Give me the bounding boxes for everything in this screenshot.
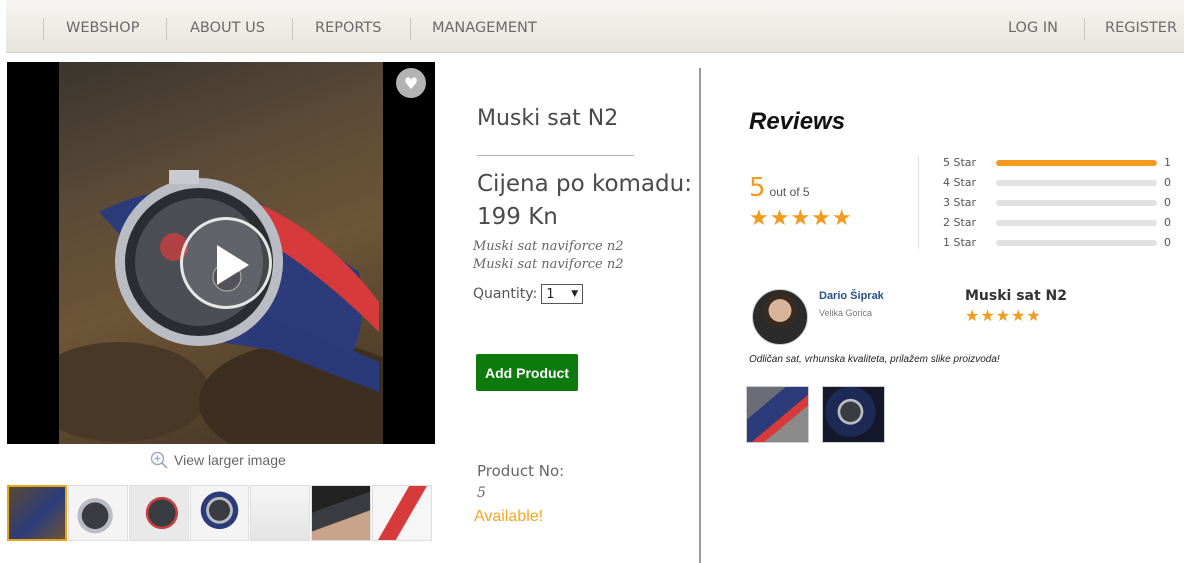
rating-row-1: 1 Star 0 bbox=[943, 235, 1177, 255]
rating-row-label: 4 Star bbox=[943, 176, 977, 189]
review-stars-icon: ★★★★★ bbox=[965, 306, 1042, 325]
nav-separator bbox=[1084, 18, 1085, 40]
rating-row-label: 2 Star bbox=[943, 216, 977, 229]
rating-row-label: 1 Star bbox=[943, 236, 977, 249]
product-number-value: 5 bbox=[477, 485, 486, 501]
thumbnail-6[interactable] bbox=[311, 485, 372, 541]
product-number-label: Product No: bbox=[477, 462, 565, 480]
nav-reports-link[interactable]: REPORTS bbox=[315, 0, 381, 53]
reviews-heading: Reviews bbox=[749, 108, 846, 135]
average-rating: 5 out of 5 bbox=[749, 173, 810, 203]
price-value: 199 Kn bbox=[477, 204, 558, 230]
average-rating-value: 5 bbox=[749, 173, 766, 203]
video-play-button[interactable] bbox=[180, 217, 272, 309]
rating-bar-fill bbox=[996, 160, 1157, 166]
quantity-select[interactable]: 1 ▼ bbox=[541, 284, 584, 304]
rating-row-count: 1 bbox=[1164, 156, 1171, 169]
description-line: Muski sat naviforce n2 bbox=[473, 257, 624, 272]
add-product-button[interactable]: Add Product bbox=[476, 354, 578, 391]
review-photo-1[interactable] bbox=[746, 386, 809, 443]
rating-bar bbox=[996, 240, 1157, 246]
nav-management-link[interactable]: MANAGEMENT bbox=[432, 0, 537, 53]
view-larger-image-link[interactable]: View larger image bbox=[150, 450, 286, 470]
nav-separator bbox=[43, 18, 44, 40]
nav-separator bbox=[292, 18, 293, 40]
rating-row-5: 5 Star 1 bbox=[943, 155, 1177, 175]
product-price: Cijena po komadu: 199 Kn bbox=[477, 168, 707, 234]
reviewer-name[interactable]: Dario Šiprak bbox=[819, 290, 884, 302]
rating-row-4: 4 Star 0 bbox=[943, 175, 1177, 195]
rating-row-3: 3 Star 0 bbox=[943, 195, 1177, 215]
nav-separator bbox=[166, 18, 167, 40]
rating-divider bbox=[918, 157, 919, 249]
view-larger-image-label: View larger image bbox=[174, 452, 286, 468]
rating-row-2: 2 Star 0 bbox=[943, 215, 1177, 235]
favorite-heart-icon[interactable]: ♥ bbox=[396, 68, 426, 98]
review-product-name: Muski sat N2 bbox=[965, 288, 1068, 304]
rating-bar bbox=[996, 200, 1157, 206]
review-photo-2[interactable] bbox=[822, 386, 885, 443]
average-stars-icon: ★★★★★ bbox=[749, 206, 853, 231]
title-divider bbox=[477, 155, 634, 156]
rating-bar bbox=[996, 160, 1157, 166]
thumbnail-4[interactable] bbox=[189, 485, 250, 541]
reviewer-location: Velika Gorica bbox=[819, 308, 873, 318]
rating-row-label: 3 Star bbox=[943, 196, 977, 209]
zoom-in-icon bbox=[150, 451, 168, 469]
availability-status: Available! bbox=[474, 508, 544, 525]
rating-bar bbox=[996, 180, 1157, 186]
review-text: Odličan sat, vrhunska kvaliteta, prilaže… bbox=[749, 354, 1000, 365]
product-main-image[interactable]: ♥ bbox=[7, 62, 435, 444]
price-label: Cijena po komadu: bbox=[477, 171, 692, 197]
thumbnail-3[interactable] bbox=[128, 485, 189, 541]
rating-distribution: 5 Star 1 4 Star 0 3 Star 0 2 Star 0 1 St… bbox=[943, 155, 1177, 255]
rating-row-count: 0 bbox=[1164, 196, 1171, 209]
rating-row-count: 0 bbox=[1164, 176, 1171, 189]
nav-separator bbox=[410, 18, 411, 40]
reviewer-avatar bbox=[752, 289, 808, 345]
nav-register-link[interactable]: REGISTER bbox=[1105, 0, 1177, 53]
rating-row-label: 5 Star bbox=[943, 156, 977, 169]
thumbnail-1[interactable] bbox=[7, 485, 67, 541]
product-description: Muski sat naviforce n2 Muski sat navifor… bbox=[473, 238, 624, 274]
description-line: Muski sat naviforce n2 bbox=[473, 239, 624, 254]
quantity-row: Quantity: 1 ▼ bbox=[473, 284, 584, 304]
dropdown-arrow-icon: ▼ bbox=[571, 289, 579, 299]
rating-row-count: 0 bbox=[1164, 216, 1171, 229]
thumbnail-strip bbox=[7, 485, 433, 541]
column-divider bbox=[699, 68, 701, 563]
nav-login-link[interactable]: LOG IN bbox=[1008, 0, 1058, 53]
quantity-value: 1 bbox=[546, 286, 555, 302]
rating-row-count: 0 bbox=[1164, 236, 1171, 249]
nav-about-link[interactable]: ABOUT US bbox=[190, 0, 265, 53]
thumbnail-7[interactable] bbox=[372, 485, 433, 541]
rating-bar bbox=[996, 220, 1157, 226]
average-rating-scale: out of 5 bbox=[769, 185, 810, 199]
thumbnail-2[interactable] bbox=[67, 485, 128, 541]
nav-webshop-link[interactable]: WEBSHOP bbox=[66, 0, 139, 53]
thumbnail-5[interactable] bbox=[250, 485, 311, 541]
product-title: Muski sat N2 bbox=[477, 106, 619, 131]
top-navigation: WEBSHOP ABOUT US REPORTS MANAGEMENT LOG … bbox=[6, 0, 1184, 53]
quantity-label: Quantity: bbox=[473, 286, 538, 302]
